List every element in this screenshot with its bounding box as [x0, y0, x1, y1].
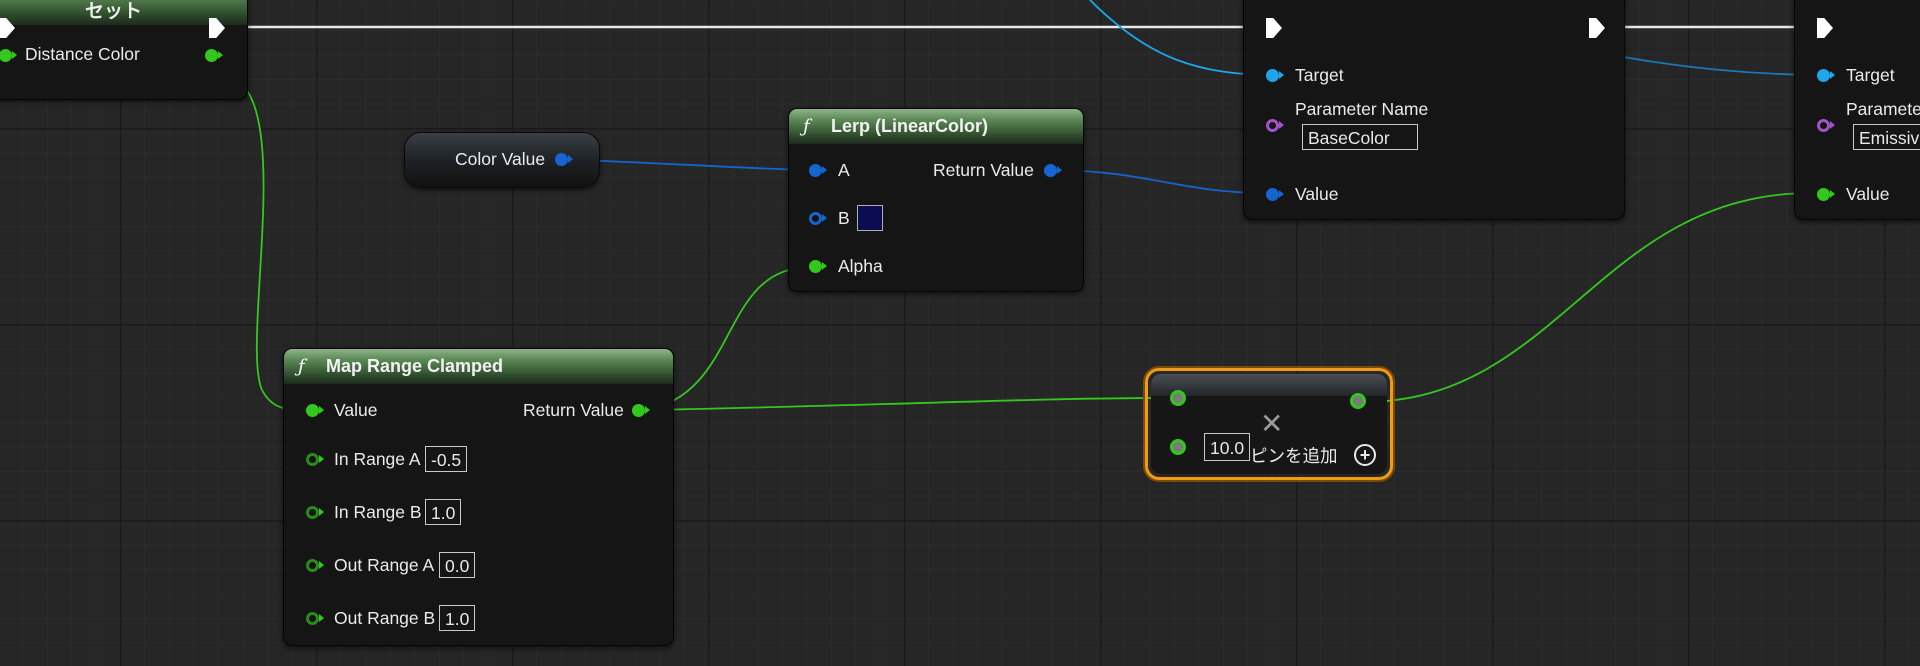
pin-arrow-icon — [319, 508, 324, 516]
exec-in-pin[interactable] — [1817, 18, 1833, 38]
in-range-a-input[interactable]: -0.5 — [425, 446, 468, 472]
map-range-clamped-node[interactable]: ƒ Map Range Clamped Value Return Value I… — [283, 348, 674, 646]
parameter-name-input[interactable]: BaseColor — [1302, 124, 1418, 150]
pin-arrow-icon — [1279, 121, 1284, 129]
out-range-b-pin[interactable] — [306, 612, 319, 625]
pin-arrow-icon — [218, 51, 223, 59]
lerp-alpha-label: Alpha — [838, 256, 883, 276]
multiply-output-pin[interactable] — [1350, 393, 1366, 409]
map-return-to-multiply-wire[interactable] — [647, 397, 1169, 411]
parameter-name-label: Parameter Name — [1846, 99, 1920, 119]
add-pin-icon[interactable]: + — [1354, 444, 1376, 466]
in-range-b-label: In Range B — [334, 502, 422, 522]
target-label: Target — [1295, 65, 1344, 85]
color-value-label: Color Value — [455, 149, 546, 169]
map-range-return-value-label: Return Value — [523, 400, 624, 420]
set-parameter-node-emissive[interactable]: Target Parameter Name Emissive Value — [1794, 0, 1920, 220]
function-icon: ƒ — [803, 116, 810, 137]
function-icon: ƒ — [298, 356, 305, 377]
lerp-pin-b[interactable] — [809, 212, 822, 225]
lerp-return-value-pin[interactable] — [1044, 164, 1057, 177]
pin-arrow-icon — [1830, 71, 1835, 79]
multiply-output-wire[interactable] — [1365, 192, 1813, 403]
multiply-input-pin-a[interactable] — [1170, 390, 1186, 406]
map-range-value-label: Value — [334, 400, 378, 420]
value-label: Value — [1846, 184, 1890, 204]
pin-arrow-icon — [1057, 166, 1062, 174]
lerp-node-header: ƒ Lerp (LinearColor) — [789, 109, 1083, 144]
pin-arrow-icon — [12, 51, 17, 59]
map-range-node-title: Map Range Clamped — [326, 356, 504, 376]
pin-arrow-icon — [1279, 190, 1284, 198]
lerp-node-title: Lerp (LinearColor) — [831, 116, 989, 136]
pin-arrow-icon — [822, 166, 827, 174]
pin-arrow-icon — [319, 455, 324, 463]
selected-multiply-node[interactable]: 10.0 ✕ ピンを追加 + — [1145, 368, 1393, 480]
multiply-value-input[interactable]: 10.0 — [1204, 433, 1251, 461]
exec-in-pin[interactable] — [1266, 18, 1282, 38]
pin-arrow-icon — [645, 406, 650, 414]
distance-color-input-pin[interactable] — [0, 49, 12, 62]
target-pin[interactable] — [1266, 69, 1279, 82]
pin-arrow-icon — [319, 406, 324, 414]
parameter-name-pin[interactable] — [1266, 119, 1279, 132]
in-range-a-label: In Range A — [334, 449, 421, 469]
lerp-pin-b-label: B — [838, 208, 850, 228]
distance-color-output-pin[interactable] — [205, 49, 218, 62]
pin-arrow-icon — [1830, 190, 1835, 198]
out-range-b-input[interactable]: 1.0 — [439, 605, 476, 631]
in-range-b-input[interactable]: 1.0 — [425, 499, 462, 525]
in-range-b-pin[interactable] — [306, 506, 319, 519]
pin-arrow-icon — [822, 214, 827, 222]
parameter-name-label: Parameter Name — [1295, 99, 1429, 119]
map-range-value-pin[interactable] — [306, 404, 319, 417]
lerp-linearcolor-node[interactable]: ƒ Lerp (LinearColor) A Return Value B Al… — [788, 108, 1084, 292]
pin-arrow-icon — [319, 561, 324, 569]
lerp-pin-a-label: A — [838, 160, 850, 180]
out-range-a-input[interactable]: 0.0 — [439, 552, 476, 578]
value-label: Value — [1295, 184, 1339, 204]
target-pin[interactable] — [1817, 69, 1830, 82]
lerp-return-wire[interactable] — [1057, 169, 1263, 194]
pin-arrow-icon — [568, 155, 573, 163]
pin-arrow-icon — [1279, 71, 1284, 79]
color-value-node[interactable]: Color Value — [404, 132, 600, 188]
set-variable-node[interactable]: セット Distance Color — [0, 0, 248, 100]
parameter-name-pin[interactable] — [1817, 119, 1830, 132]
color-value-wire[interactable] — [572, 159, 809, 171]
out-range-b-label: Out Range B — [334, 608, 436, 628]
value-pin[interactable] — [1817, 188, 1830, 201]
pin-arrow-icon — [319, 614, 324, 622]
add-pin-label[interactable]: ピンを追加 — [1250, 443, 1338, 468]
map-range-return-value-pin[interactable] — [632, 404, 645, 417]
out-range-a-pin[interactable] — [306, 559, 319, 572]
exec-out-pin[interactable] — [1589, 18, 1605, 38]
pin-arrow-icon — [1830, 121, 1835, 129]
lerp-pin-a[interactable] — [809, 164, 822, 177]
out-range-a-label: Out Range A — [334, 555, 435, 575]
set-node-title: セット — [85, 1, 143, 22]
lerp-alpha-pin[interactable] — [809, 260, 822, 273]
map-range-node-header: ƒ Map Range Clamped — [284, 349, 673, 384]
set-parameter-node-basecolor[interactable]: Target Parameter Name BaseColor Value — [1243, 0, 1625, 220]
parameter-name-input[interactable]: Emissive — [1853, 124, 1920, 150]
lerp-return-value-label: Return Value — [933, 160, 1034, 180]
multiply-input-pin-b[interactable] — [1170, 439, 1186, 455]
lerp-b-color-swatch[interactable] — [857, 205, 883, 231]
color-value-output-pin[interactable] — [555, 153, 568, 166]
distance-color-label: Distance Color — [25, 44, 140, 64]
multiply-node-header — [1151, 374, 1387, 396]
multiply-icon: ✕ — [1260, 408, 1284, 439]
pin-arrow-icon — [822, 262, 827, 270]
in-range-a-pin[interactable] — [306, 453, 319, 466]
value-pin[interactable] — [1266, 188, 1279, 201]
target-label: Target — [1846, 65, 1895, 85]
